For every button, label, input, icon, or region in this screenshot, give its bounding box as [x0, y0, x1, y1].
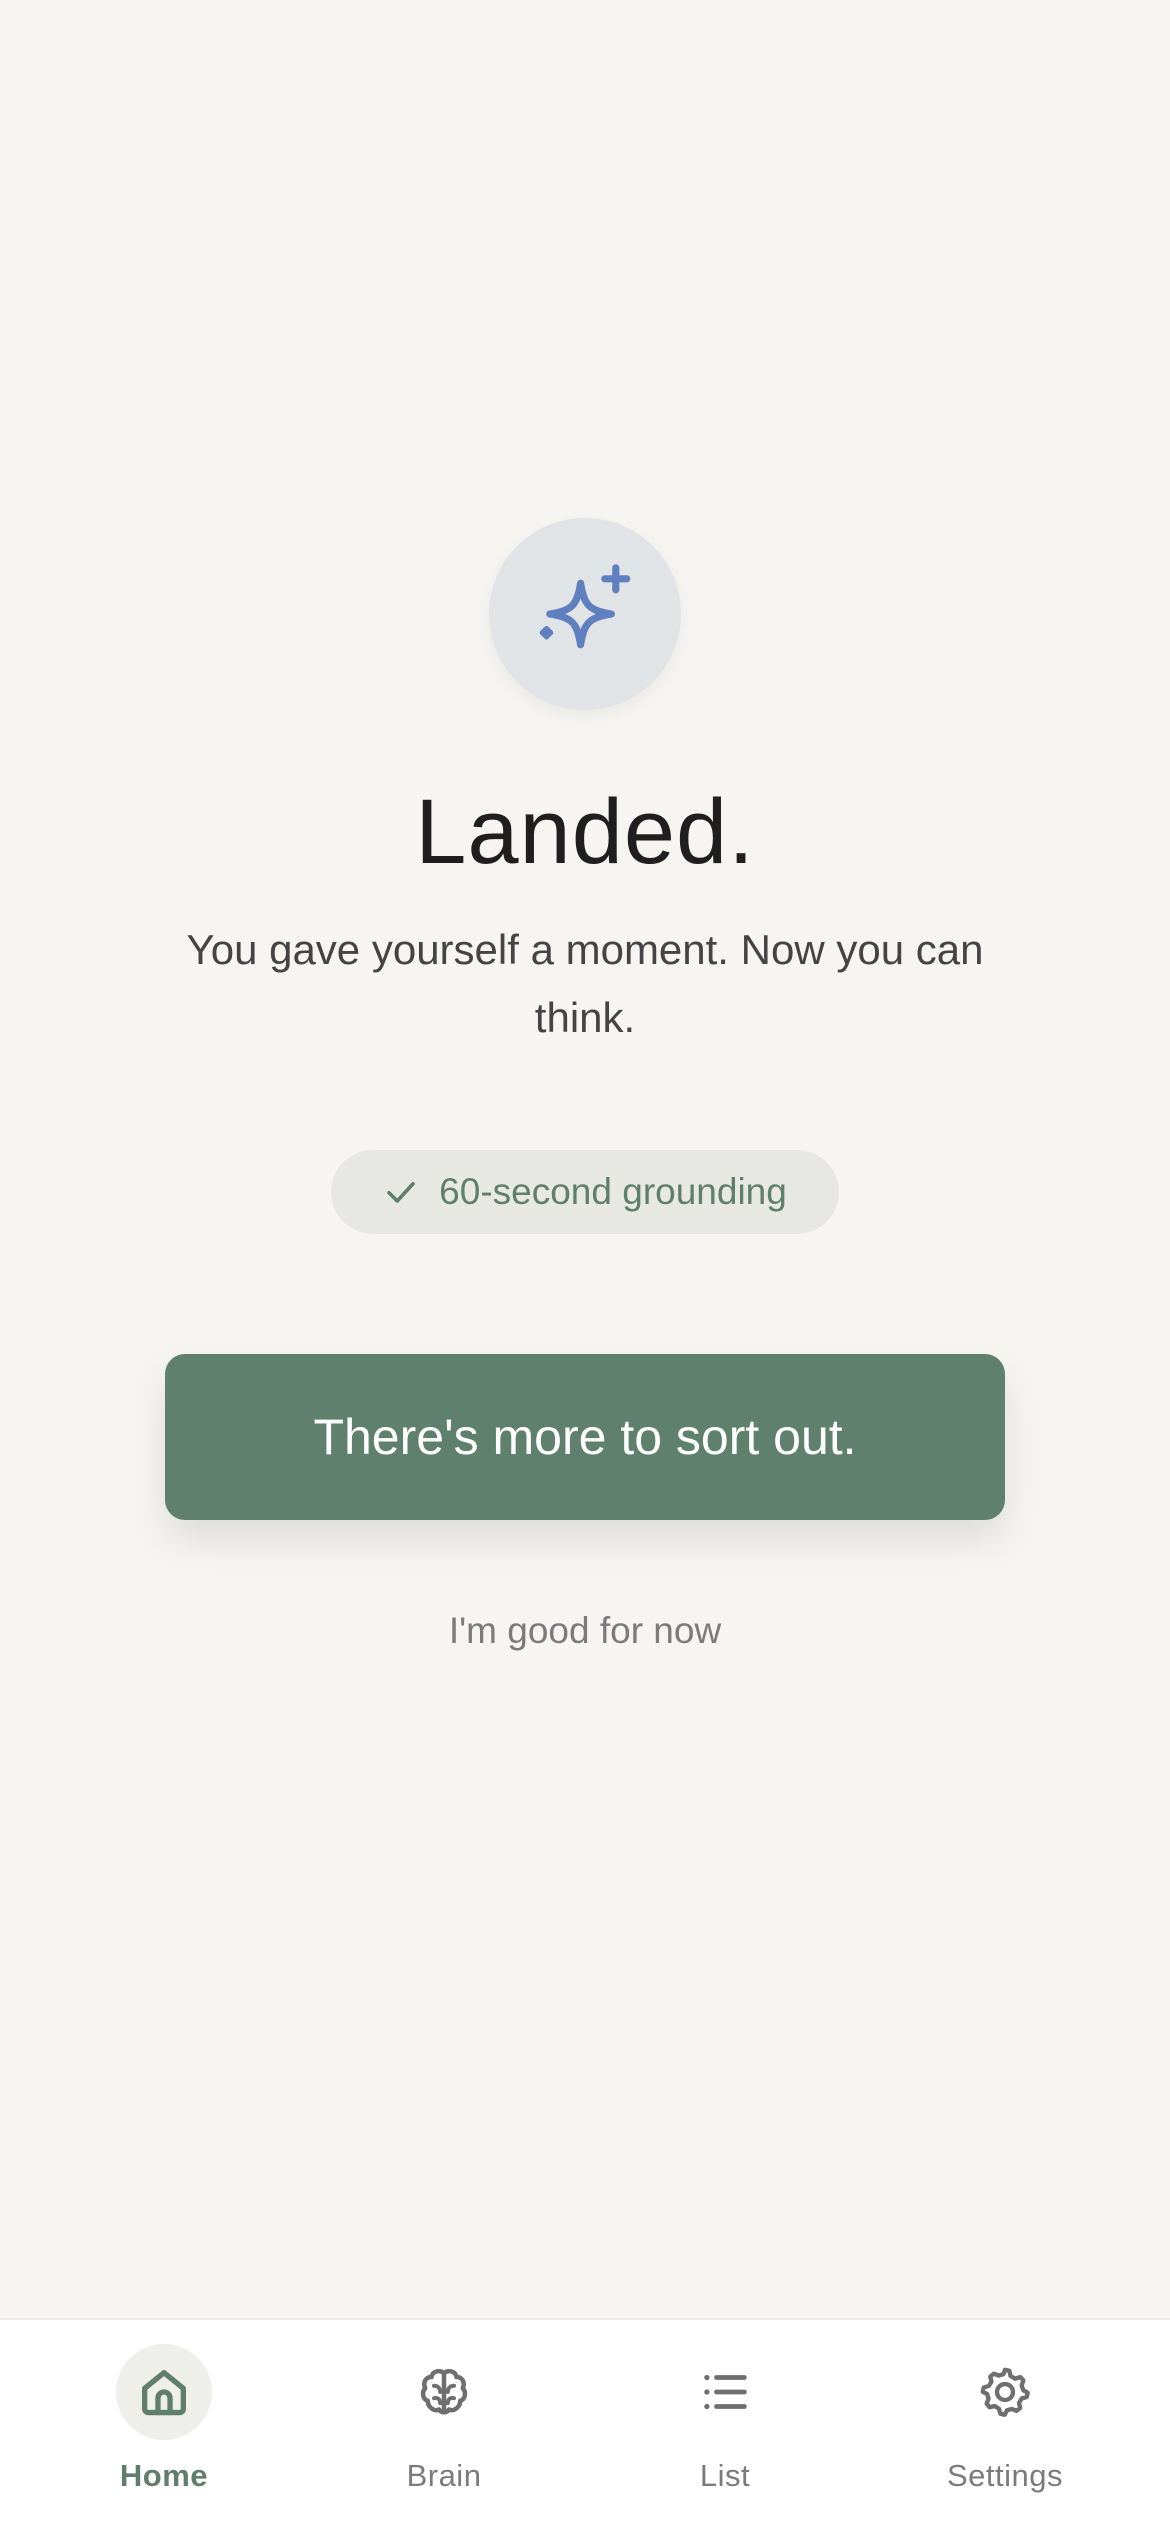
gear-icon — [980, 2367, 1030, 2417]
page-subtitle: You gave yourself a moment. Now you can … — [186, 926, 984, 1041]
page-title: Landed. — [415, 781, 755, 883]
list-icon — [704, 2374, 747, 2410]
tab-home[interactable]: Home — [64, 2344, 264, 2514]
brain-icon — [420, 2368, 468, 2415]
bottom-tab-bar: Home Brain List Settings — [0, 2318, 1170, 2532]
tab-list-label: List — [699, 2458, 751, 2493]
good-for-now-link[interactable]: I'm good for now — [0, 1610, 1170, 1652]
hero-badge — [489, 518, 681, 710]
tab-brain-label: Brain — [406, 2458, 482, 2493]
tab-home-label: Home — [119, 2458, 209, 2493]
tab-settings[interactable]: Settings — [905, 2344, 1105, 2514]
tab-settings-label: Settings — [946, 2458, 1063, 2493]
tab-brain[interactable]: Brain — [344, 2344, 544, 2514]
completed-pill: 60-second grounding — [331, 1150, 839, 1234]
sparkle-icon — [539, 564, 631, 649]
tab-list[interactable]: List — [625, 2344, 825, 2514]
more-to-sort-button[interactable]: There's more to sort out. — [165, 1354, 1005, 1520]
check-icon — [387, 1181, 415, 1203]
screen: Landed. You gave yourself a moment. Now … — [0, 0, 1170, 2532]
pill-label: 60-second grounding — [439, 1171, 787, 1212]
home-icon — [142, 2370, 186, 2416]
